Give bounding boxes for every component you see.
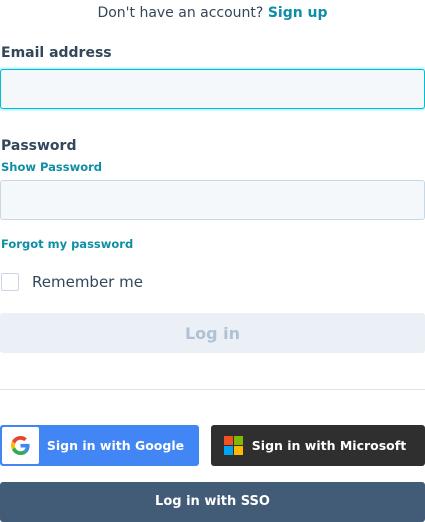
- sso-login-button[interactable]: Log in with SSO: [0, 482, 425, 522]
- signup-prompt-text: Don't have an account?: [97, 5, 264, 21]
- email-label: Email address: [1, 45, 112, 61]
- google-icon: [2, 427, 39, 464]
- show-password-link[interactable]: Show Password: [1, 160, 102, 174]
- divider: [0, 389, 425, 390]
- remember-me-label: Remember me: [32, 273, 143, 291]
- forgot-password-link[interactable]: Forgot my password: [1, 237, 133, 251]
- google-signin-button[interactable]: Sign in with Google: [0, 425, 199, 466]
- password-label: Password: [1, 138, 77, 154]
- login-form: Don't have an account? Sign up Email add…: [0, 0, 425, 522]
- email-field[interactable]: [0, 69, 425, 109]
- signup-prompt: Don't have an account? Sign up: [0, 5, 425, 21]
- password-field[interactable]: [0, 180, 425, 220]
- remember-me-checkbox[interactable]: [1, 273, 19, 291]
- login-button[interactable]: Log in: [0, 313, 425, 353]
- microsoft-signin-label: Sign in with Microsoft: [251, 438, 407, 453]
- microsoft-icon: [224, 436, 243, 455]
- signup-link[interactable]: Sign up: [268, 5, 328, 21]
- microsoft-signin-button[interactable]: Sign in with Microsoft: [211, 425, 425, 466]
- google-signin-label: Sign in with Google: [46, 438, 185, 453]
- remember-me[interactable]: Remember me: [1, 272, 143, 292]
